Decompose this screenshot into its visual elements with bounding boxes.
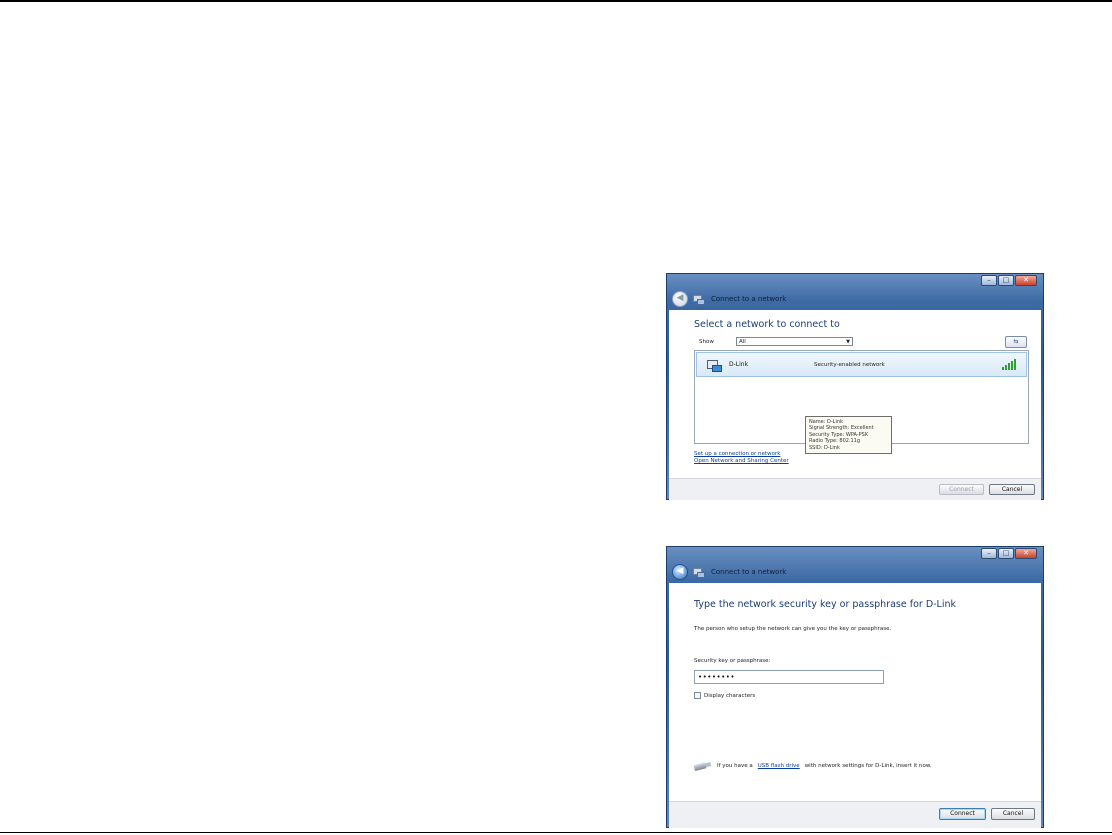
refresh-button[interactable]: ⇆ (1005, 336, 1027, 348)
page-heading: Select a network to connect to (694, 319, 840, 330)
cancel-button[interactable]: Cancel (991, 808, 1035, 820)
connect-network-window-select: – □ ✕ ◀ Connect to a network Select a ne… (666, 273, 1044, 500)
connect-network-window-key: – □ ✕ ◀ Connect to a network Type the ne… (666, 546, 1044, 828)
links: Set up a connection or network Open Netw… (694, 451, 789, 465)
security-key-label: Security key or passphrase: (694, 658, 771, 664)
security-key-input[interactable]: •••••••• (694, 670, 884, 684)
connect-button[interactable]: Connect (939, 484, 984, 495)
maximize-button[interactable]: □ (998, 548, 1014, 559)
wireless-network-icon (707, 358, 722, 372)
setup-connection-link[interactable]: Set up a connection or network (694, 451, 789, 458)
close-button[interactable]: ✕ (1015, 548, 1037, 559)
usb-hint-prefix: If you have a (717, 763, 753, 769)
network-list: D-Link Security-enabled network Name: D-… (694, 350, 1029, 455)
usb-hint: If you have a USB flash drive with netwo… (694, 763, 932, 769)
window-title: Connect to a network (711, 295, 787, 303)
button-bar: Connect Cancel (669, 478, 1041, 500)
network-tooltip: Name: D-Link Signal Strength: Excellent Se… (805, 416, 892, 455)
back-arrow-icon[interactable]: ◀ (672, 291, 688, 307)
cancel-button[interactable]: Cancel (989, 484, 1035, 495)
show-label: Show (699, 339, 714, 345)
dropdown-arrow-icon: ▼ (846, 339, 850, 345)
signal-bar (1008, 363, 1010, 370)
signal-bar (1002, 367, 1004, 370)
client-area: Type the network security key or passphr… (669, 583, 1041, 805)
page-heading: Type the network security key or passphr… (694, 599, 957, 610)
signal-bar (1011, 361, 1013, 370)
show-filter-value: All (739, 339, 746, 345)
display-characters-option[interactable]: Display characters (694, 692, 755, 699)
nav-row: ◀ Connect to a network (672, 564, 786, 580)
description-text: The person who setup the network can giv… (694, 626, 892, 632)
connect-button[interactable]: Connect (939, 808, 986, 820)
usb-drive-icon (694, 761, 713, 771)
signal-bar (1014, 359, 1016, 370)
minimize-button[interactable]: – (981, 275, 997, 286)
caption-buttons: – □ ✕ (981, 275, 1037, 286)
show-filter-select[interactable]: All ▼ (736, 337, 853, 346)
top-rule (0, 0, 1112, 2)
maximize-button[interactable]: □ (998, 275, 1014, 286)
network-icon (692, 566, 705, 578)
window-title: Connect to a network (711, 568, 787, 576)
network-sharing-center-link[interactable]: Open Network and Sharing Center (694, 458, 789, 465)
usb-hint-suffix: with network settings for D-Link, insert… (804, 763, 932, 769)
display-characters-label: Display characters (704, 692, 756, 699)
client-area: Select a network to connect to Show All … (669, 310, 1041, 478)
tooltip-line: SSID: D-Link (809, 444, 840, 451)
network-name: D-Link (729, 361, 749, 368)
button-bar: Connect Cancel (669, 801, 1041, 828)
network-icon (692, 293, 705, 305)
network-row-d-link[interactable]: D-Link Security-enabled network (696, 352, 1027, 377)
nav-row: ◀ Connect to a network (672, 291, 786, 307)
minimize-button[interactable]: – (981, 548, 997, 559)
bottom-rule (0, 832, 1112, 833)
refresh-icon: ⇆ (1013, 338, 1019, 345)
back-arrow-icon[interactable]: ◀ (672, 564, 688, 580)
usb-flash-drive-link[interactable]: USB flash drive (758, 763, 800, 769)
signal-strength-icon (1002, 359, 1016, 370)
caption-buttons: – □ ✕ (981, 548, 1037, 559)
network-security: Security-enabled network (814, 362, 885, 368)
signal-bar (1005, 365, 1007, 370)
close-button[interactable]: ✕ (1015, 275, 1037, 286)
display-characters-checkbox[interactable] (694, 692, 701, 699)
